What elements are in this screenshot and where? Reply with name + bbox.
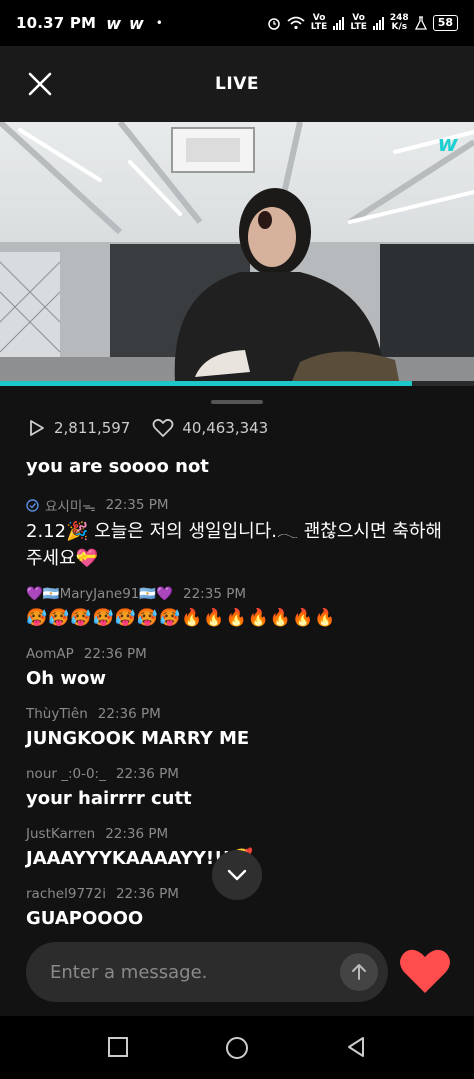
video-frame — [0, 122, 474, 386]
chat-message: AomAP 22:36 PM Oh wow — [26, 646, 446, 692]
drag-handle[interactable] — [211, 400, 263, 404]
chat-text: GUAPOOOO — [26, 908, 144, 929]
recents-square-icon[interactable] — [107, 1036, 129, 1058]
network-speed: 248 K/s — [389, 13, 409, 32]
chat-message: nour _:0-0:_ 22:36 PM your hairrrr cutt — [26, 766, 446, 812]
verified-badge-icon — [26, 498, 39, 512]
chat-text: 🥵🥵🥵🥵🥵🥵🥵🔥🔥🔥🔥🔥🔥🔥 — [26, 608, 337, 628]
chat-text: JUNGKOOK MARRY ME — [26, 728, 250, 749]
chat-username[interactable]: rachel9772i — [26, 886, 106, 902]
wifi-icon — [287, 16, 305, 30]
chat-time: 22:36 PM — [83, 646, 147, 662]
chat-meta: AomAP 22:36 PM — [26, 646, 446, 662]
signal-strength-icon — [333, 16, 345, 30]
status-time: 10.37 PM — [16, 14, 97, 32]
like-count-value: 40,463,343 — [182, 419, 269, 437]
chat-meta: 요시미ᯓ 22:35 PM — [26, 495, 446, 515]
scroll-to-latest-button[interactable] — [212, 850, 262, 900]
live-stats: 2,811,597 40,463,343 — [26, 418, 290, 438]
chat-time: 22:36 PM — [115, 766, 179, 782]
chat-meta: JustKarren 22:36 PM — [26, 826, 446, 842]
play-icon — [30, 420, 44, 436]
back-triangle-icon[interactable] — [345, 1036, 367, 1058]
home-circle-icon[interactable] — [225, 1036, 249, 1060]
chat-meta: ThùyTiên 22:36 PM — [26, 706, 446, 722]
status-bar: 10.37 PM w w • Vo LTE Vo LTE 248 K/s 58 — [0, 0, 474, 46]
chat-time: 22:35 PM — [183, 586, 246, 602]
chat-message-partial: you are soooo not — [26, 456, 209, 477]
live-header: LIVE — [0, 46, 474, 122]
weverse-notification-icon-2: w — [128, 13, 144, 33]
chat-username[interactable]: ThùyTiên — [26, 706, 88, 722]
heart-outline-icon — [152, 418, 174, 437]
weverse-notification-icon: w — [106, 13, 121, 33]
chat-time: 22:36 PM — [105, 826, 169, 842]
chat-message: ThùyTiên 22:36 PM JUNGKOOK MARRY ME — [26, 706, 446, 752]
alarm-icon — [268, 18, 280, 30]
notification-dot: • — [155, 16, 163, 30]
signal-strength-icon-2 — [372, 16, 384, 30]
play-count: 2,811,597 — [26, 418, 130, 438]
battery-indicator: 58 — [432, 15, 458, 31]
chat-time: 22:36 PM — [115, 886, 179, 902]
status-icons: Vo LTE Vo LTE 248 K/s 58 — [267, 14, 458, 32]
page-title: LIVE — [215, 74, 259, 94]
chat-message: 요시미ᯓ 22:35 PM 2.12🎉 오늘은 저의 생일입니다.𓂃 괜찮으시면… — [26, 495, 446, 572]
chat-text: Oh wow — [26, 668, 107, 689]
chat-username[interactable]: nour _:0-0:_ — [26, 766, 106, 782]
chat-text: 2.12🎉 오늘은 저의 생일입니다.𓂃 괜찮으시면 축하해주세요💝 — [26, 521, 442, 569]
flask-icon — [414, 16, 427, 30]
chat-text: your hairrrr cutt — [26, 788, 192, 809]
chat-meta: 💜🇦🇷MaryJane91🇦🇷💜 22:35 PM — [26, 586, 446, 602]
chat-meta: nour _:0-0:_ 22:36 PM — [26, 766, 446, 782]
weverse-logo-icon: w — [437, 132, 458, 157]
system-nav-bar — [0, 1016, 474, 1079]
arrow-up-icon — [352, 964, 366, 980]
chat-username[interactable]: AomAP — [26, 646, 74, 662]
send-button[interactable] — [340, 953, 378, 991]
chat-username[interactable]: JustKarren — [26, 826, 95, 842]
chat-panel: 2,811,597 40,463,343 you are soooo not 요… — [0, 386, 474, 1016]
chevron-down-icon — [227, 869, 247, 881]
chat-time: 22:36 PM — [97, 706, 161, 722]
volte-indicator-2: Vo LTE — [350, 13, 367, 32]
chat-time: 22:35 PM — [105, 497, 169, 513]
message-input[interactable] — [50, 956, 330, 988]
chat-username[interactable]: 요시미ᯓ — [45, 495, 96, 515]
play-count-value: 2,811,597 — [54, 419, 131, 437]
message-composer — [26, 942, 388, 1002]
volte-indicator-1: Vo LTE — [310, 13, 328, 32]
like-count: 40,463,343 — [152, 418, 268, 438]
chat-username[interactable]: 💜🇦🇷MaryJane91🇦🇷💜 — [26, 586, 173, 602]
live-video-player[interactable]: w — [0, 122, 474, 386]
heart-like-button[interactable] — [398, 946, 452, 996]
chat-message: 💜🇦🇷MaryJane91🇦🇷💜 22:35 PM 🥵🥵🥵🥵🥵🥵🥵🔥🔥🔥🔥🔥🔥🔥 — [26, 586, 446, 632]
